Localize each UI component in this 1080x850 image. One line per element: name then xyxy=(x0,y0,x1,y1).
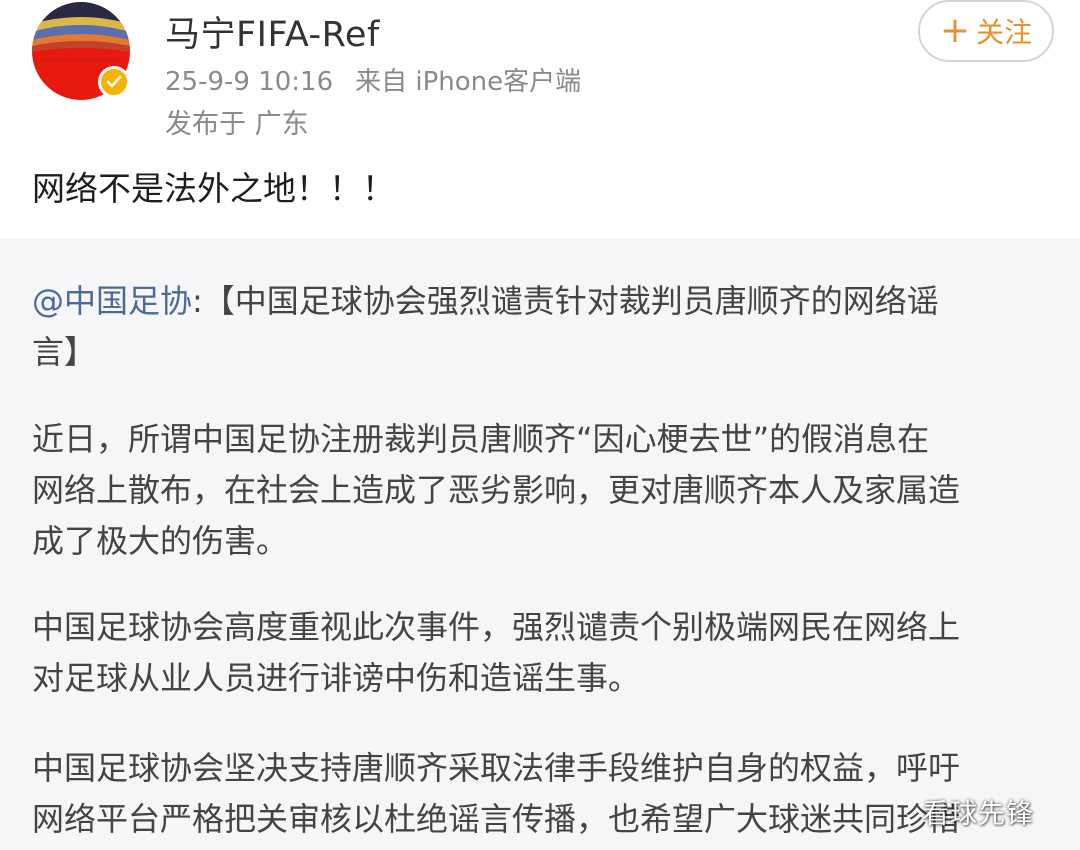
repost-title-line: 言】 xyxy=(32,333,97,371)
repost-title-line: @中国足协:【中国足球协会强烈谴责针对裁判员唐顺齐的网络谣 xyxy=(32,276,1062,327)
repost-title: @中国足协:【中国足球协会强烈谴责针对裁判员唐顺齐的网络谣 言】 xyxy=(32,276,1062,378)
bottom-fade xyxy=(0,838,1080,850)
watermark: 看球先锋 xyxy=(922,799,1034,830)
paragraph-line: 对足球从业人员进行诽谤中伤和造谣生事。 xyxy=(32,659,641,697)
paragraph-line: 成了极大的伤害。 xyxy=(32,522,289,560)
verified-badge-icon xyxy=(98,66,130,98)
repost-paragraph: 中国足球协会坚决支持唐顺齐采取法律手段维护自身的权益，呼吁 网络平台严格把关审核… xyxy=(32,743,1062,845)
post-source: 来自 iPhone客户端 xyxy=(355,67,582,97)
post-location: 发布于 广东 xyxy=(165,109,309,140)
post-timestamp: 25-9-9 10:16 xyxy=(165,67,334,97)
follow-button[interactable]: + 关注 xyxy=(918,0,1054,62)
paragraph-line: 中国足球协会高度重视此次事件，强烈谴责个别极端网民在网络上 xyxy=(32,608,961,646)
weibo-post: 马宁FIFA-Ref 25-9-9 10:16 来自 iPhone客户端 发布于 … xyxy=(0,0,1080,850)
mention-link[interactable]: @中国足协 xyxy=(32,282,192,320)
repost-paragraph: 中国足球协会高度重视此次事件，强烈谴责个别极端网民在网络上 对足球从业人员进行诽… xyxy=(32,602,1062,704)
paragraph-line: 近日，所谓中国足协注册裁判员唐顺齐“因心梗去世”的假消息在 xyxy=(32,420,930,458)
author-name[interactable]: 马宁FIFA-Ref xyxy=(165,6,380,57)
paragraph-line: 网络上散布，在社会上造成了恶劣影响，更对唐顺齐本人及家属造 xyxy=(32,471,961,509)
follow-button-label: 关注 xyxy=(976,16,1033,49)
repost-paragraph: 近日，所谓中国足协注册裁判员唐顺齐“因心梗去世”的假消息在 网络上散布，在社会上… xyxy=(32,414,1062,567)
plus-icon: + xyxy=(939,10,971,51)
post-meta: 25-9-9 10:16 来自 iPhone客户端 xyxy=(165,61,581,98)
paragraph-line: 中国足球协会坚决支持唐顺齐采取法律手段维护自身的权益，呼吁 xyxy=(32,749,961,787)
post-text: 网络不是法外之地！！！ xyxy=(32,169,395,208)
repost-title-text: :【中国足球协会强烈谴责针对裁判员唐顺齐的网络谣 xyxy=(192,282,939,320)
